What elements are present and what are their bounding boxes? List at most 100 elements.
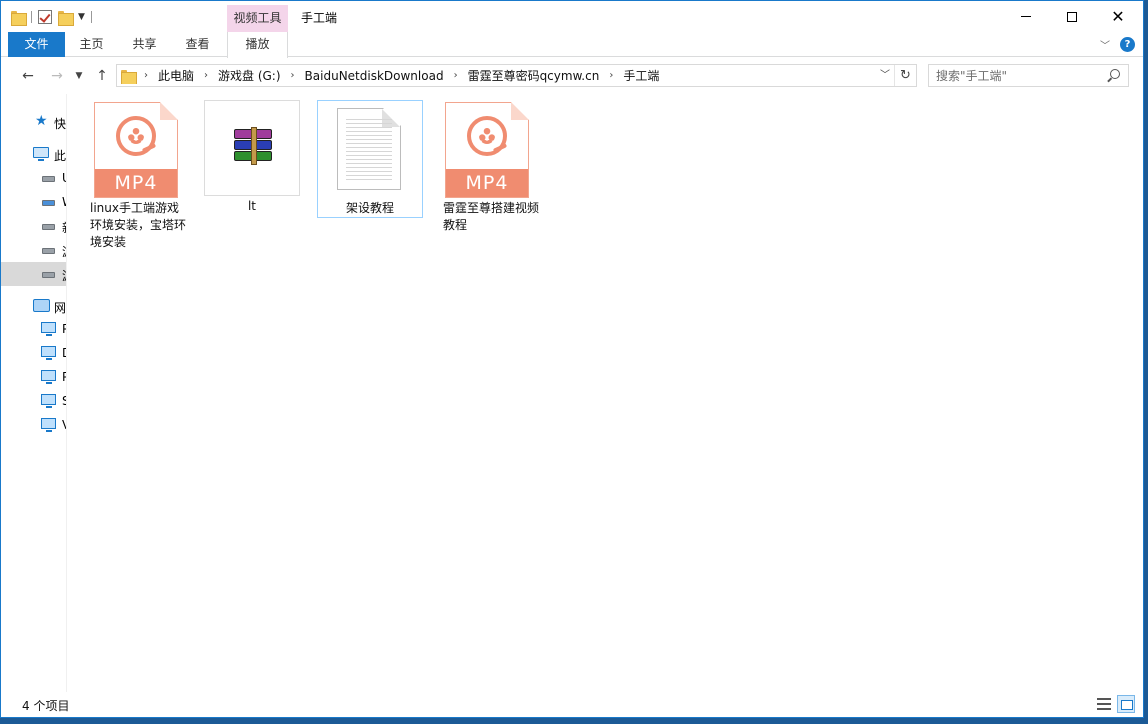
back-button[interactable]: ← xyxy=(18,66,38,86)
network-icon xyxy=(33,299,50,312)
breadcrumb-separator-icon[interactable]: › xyxy=(286,70,300,81)
new-folder-icon[interactable] xyxy=(58,10,74,26)
large-icons-view-button[interactable] xyxy=(1117,695,1135,713)
help-icon[interactable]: ? xyxy=(1120,37,1135,52)
computer-icon xyxy=(41,418,56,432)
window-title: 手工端 xyxy=(301,11,338,25)
video-tools-context-tab: 视频工具 xyxy=(227,5,288,32)
drive-icon xyxy=(42,176,55,182)
nav-item-label: 游 xyxy=(62,267,66,284)
address-history-chevron-down-icon[interactable]: ﹀ xyxy=(876,65,894,86)
nav-item-network-drive[interactable]: W xyxy=(1,190,66,214)
maximize-button[interactable] xyxy=(1049,1,1095,32)
nav-item-label: P xyxy=(62,322,66,336)
nav-item-label: 游 xyxy=(62,243,66,260)
toolbar-divider xyxy=(90,11,92,23)
properties-icon[interactable] xyxy=(38,10,52,24)
file-item-mp4[interactable]: MP4 linux手工端游戏环境安装，宝塔环境安装 xyxy=(90,100,186,251)
nav-item-label: S xyxy=(62,394,66,408)
nav-item-label: W xyxy=(62,195,66,209)
maximize-icon xyxy=(1067,11,1077,22)
rar-archive-icon xyxy=(232,127,272,167)
nav-item-label: U xyxy=(62,171,66,185)
vertical-scrollbar[interactable] xyxy=(1129,94,1143,692)
breadcrumb-separator-icon[interactable]: › xyxy=(449,70,463,81)
folder-icon xyxy=(121,69,137,84)
file-thumbnail xyxy=(204,100,300,196)
mp4-video-icon: MP4 xyxy=(94,102,178,198)
nav-item-label: 网 xyxy=(54,301,67,315)
nav-item-computer[interactable]: S xyxy=(1,389,66,413)
file-item-rar[interactable]: lt xyxy=(204,100,300,215)
breadcrumb-item[interactable]: 此电脑 xyxy=(153,67,199,84)
close-icon: ✕ xyxy=(1111,6,1125,26)
arrow-left-icon: ← xyxy=(22,68,34,84)
nav-item-computer[interactable]: V xyxy=(1,413,66,437)
computer-icon xyxy=(41,370,56,384)
tab-play[interactable]: 播放 xyxy=(227,32,288,58)
arrow-right-icon: → xyxy=(51,68,63,84)
breadcrumb-item[interactable]: BaiduNetdiskDownload xyxy=(300,69,449,83)
file-thumbnail: MP4 xyxy=(90,100,186,198)
search-input[interactable] xyxy=(929,65,1099,86)
nav-item-label: 快 xyxy=(54,117,67,131)
file-type-badge: MP4 xyxy=(446,169,528,197)
file-name: 雷霆至尊搭建视频教程 xyxy=(443,201,540,232)
nav-item-computer[interactable]: P xyxy=(1,317,66,341)
network-drive-icon xyxy=(42,200,55,206)
file-thumbnail: MP4 xyxy=(443,100,539,198)
nav-item-label: 新 xyxy=(62,219,66,236)
ribbon-tabs: 文件 主页 共享 查看 播放 ﹀ ? xyxy=(1,32,1143,58)
nav-item-quick-access[interactable]: ★ 快 xyxy=(1,110,67,134)
file-thumbnail xyxy=(317,100,423,196)
drive-icon xyxy=(42,224,55,230)
computer-icon xyxy=(41,322,56,336)
details-view-button[interactable] xyxy=(1095,695,1113,713)
nav-item-network[interactable]: 网 xyxy=(1,294,67,318)
file-item-mp4[interactable]: MP4 雷霆至尊搭建视频教程 xyxy=(443,100,539,234)
breadcrumb-item[interactable]: 手工端 xyxy=(618,67,664,84)
nav-item-drive[interactable]: 新 xyxy=(1,214,66,238)
nav-item-drive[interactable]: 游 xyxy=(1,238,66,262)
expand-ribbon-chevron-down-icon[interactable]: ﹀ xyxy=(1100,37,1110,52)
computer-icon xyxy=(41,346,56,360)
nav-item-computer[interactable]: D xyxy=(1,341,66,365)
up-button[interactable]: ↑ xyxy=(92,66,112,86)
breadcrumb-item[interactable]: 游戏盘 (G:) xyxy=(213,67,286,84)
refresh-icon[interactable]: ↻ xyxy=(894,65,916,86)
close-button[interactable]: ✕ xyxy=(1095,1,1141,32)
tab-home[interactable]: 主页 xyxy=(65,32,118,57)
recent-locations-button[interactable]: ▼ xyxy=(69,66,89,86)
nav-item-this-pc[interactable]: 此 xyxy=(1,142,66,166)
nav-item-computer[interactable]: P xyxy=(1,365,66,389)
breadcrumb: › 此电脑 › 游戏盘 (G:) › BaiduNetdiskDownload … xyxy=(117,67,876,84)
file-name: linux手工端游戏环境安装，宝塔环境安装 xyxy=(90,201,187,249)
text-document-icon xyxy=(337,108,401,190)
minimize-button[interactable] xyxy=(1003,1,1049,32)
minimize-icon xyxy=(1021,16,1031,17)
file-type-badge: MP4 xyxy=(95,169,177,197)
breadcrumb-separator-icon[interactable]: › xyxy=(139,70,153,81)
nav-item-game-drive[interactable]: 游 xyxy=(1,262,66,286)
nav-item-drive[interactable]: U xyxy=(1,166,66,190)
breadcrumb-item[interactable]: 雷霆至尊密码qcymw.cn xyxy=(463,67,605,84)
breadcrumb-separator-icon[interactable]: › xyxy=(199,70,213,81)
tab-file[interactable]: 文件 xyxy=(8,32,65,57)
file-explorer-window: ▼ 视频工具 手工端 ✕ 文件 主页 共享 查看 播放 ﹀ ? ← → ▼ ↑ … xyxy=(0,0,1144,718)
title-bar: ▼ 视频工具 手工端 ✕ xyxy=(1,1,1143,32)
tab-share[interactable]: 共享 xyxy=(118,32,171,57)
customize-toolbar-chevron-down-icon[interactable]: ▼ xyxy=(78,12,85,22)
forward-button[interactable]: → xyxy=(47,66,67,86)
file-item-txt[interactable]: 架设教程 xyxy=(317,100,423,218)
ribbon-controls: ﹀ ? xyxy=(1100,37,1135,52)
item-count: 4 个项目 xyxy=(22,699,70,713)
search-box[interactable] xyxy=(928,64,1129,87)
folder-icon xyxy=(11,10,27,26)
navigation-pane: ★ 快 此 U W 新 游 游 网 xyxy=(1,94,67,692)
search-icon[interactable] xyxy=(1110,69,1120,79)
quick-access-toolbar: ▼ xyxy=(11,7,92,27)
tab-view[interactable]: 查看 xyxy=(171,32,224,57)
breadcrumb-separator-icon[interactable]: › xyxy=(604,70,618,81)
file-name: lt xyxy=(247,199,257,213)
address-bar[interactable]: › 此电脑 › 游戏盘 (G:) › BaiduNetdiskDownload … xyxy=(116,64,917,87)
